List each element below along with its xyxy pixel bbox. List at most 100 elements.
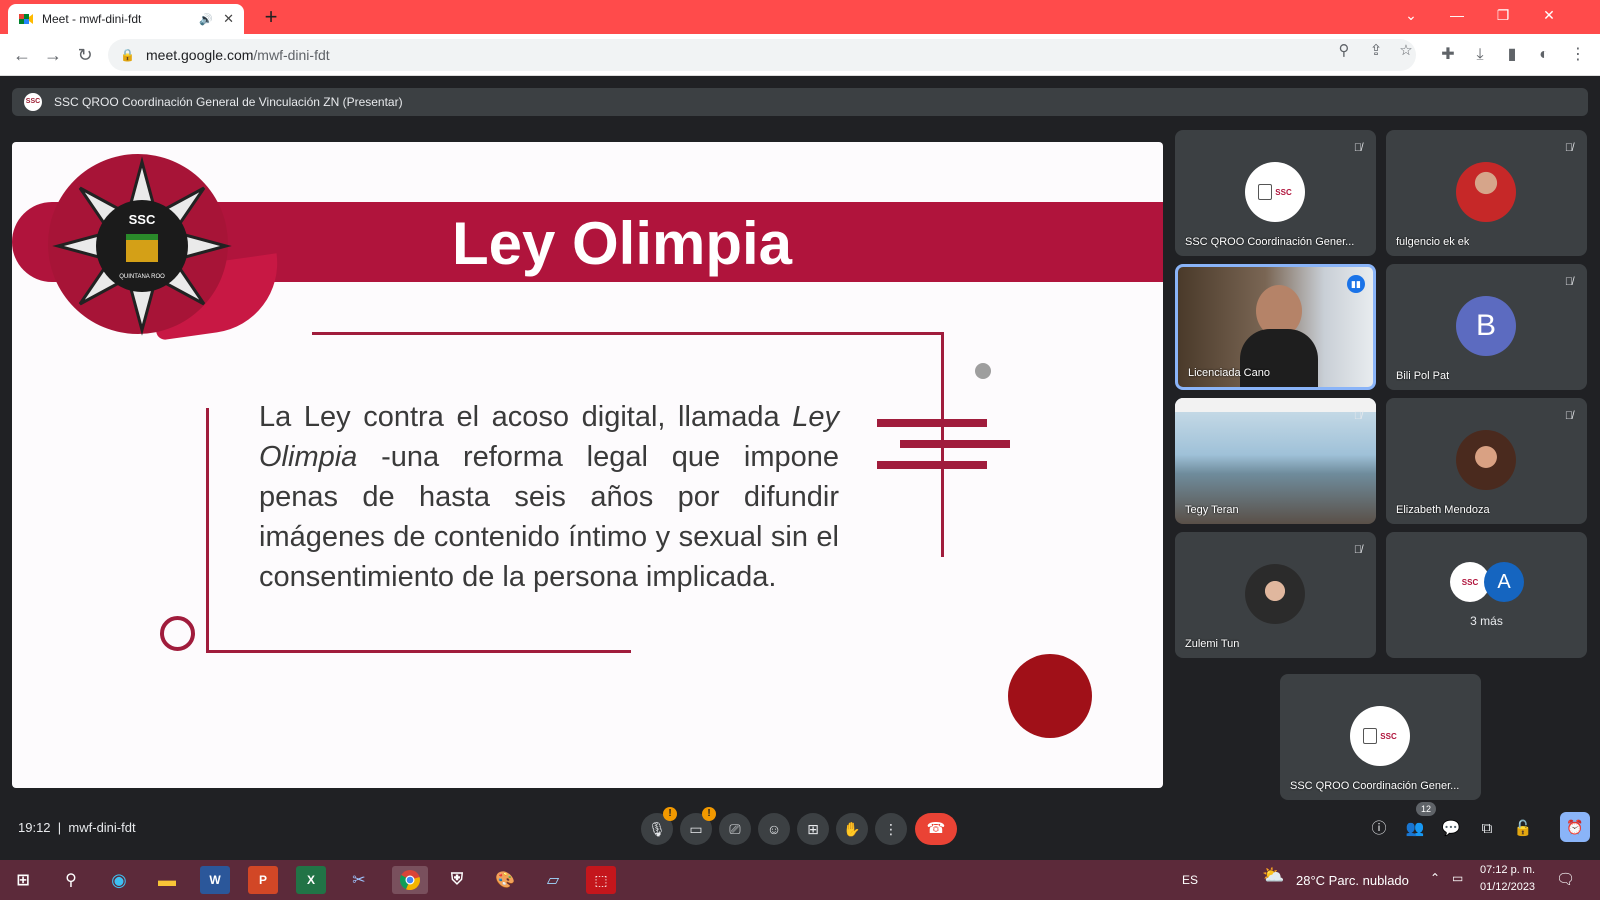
frame-top-line [312,332,942,335]
minimize-window-icon[interactable]: — [1434,0,1480,30]
forward-arrow-icon[interactable]: → [41,43,65,67]
more-options-button[interactable]: ⋮ [875,813,907,845]
participant-body [1240,329,1318,387]
paint-icon[interactable]: 🎨 [490,866,520,894]
windows-taskbar: ⊞ ⚲ ◉ ▬ W P X ✂ ⛨ 🎨 ▱ ⬚ ES ⛅ 28°C Parc. … [0,860,1600,900]
file-explorer-icon[interactable]: ▬ [152,866,182,894]
participant-name: Tegy Teran [1185,504,1239,516]
edge-browser-icon[interactable]: ◉ [104,866,134,894]
activities-shapes-icon[interactable]: ⧉ [1474,816,1500,842]
security-shield-icon[interactable]: ⛨ [442,866,472,894]
search-icon[interactable]: ⚲ [56,866,86,894]
ssc-logo-avatar: SSC [1245,162,1305,222]
participant-tile[interactable]: 🎙̸ Elizabeth Mendoza [1386,398,1587,524]
deco-bar-1 [877,419,987,427]
chrome-logo-icon [399,870,420,891]
deco-ring [160,616,195,651]
restore-window-icon[interactable]: ❐ [1480,0,1526,30]
end-call-button[interactable]: ☎ [915,813,957,845]
meeting-details-icon[interactable]: ⓘ [1366,816,1392,842]
mic-off-icon: 🎙̸ [1353,142,1363,154]
side-panel-icon[interactable]: ▮ [1500,43,1524,67]
speaking-indicator-icon: ▮▮ [1347,275,1365,293]
more-participants-label: 3 más [1470,614,1503,628]
coat-of-arms-icon [1258,184,1273,200]
close-tab-icon[interactable]: ✕ [223,11,234,27]
close-window-icon[interactable]: ✕ [1526,0,1572,30]
weather-cloud-icon[interactable]: ⛅ [1262,865,1284,886]
weather-text[interactable]: 28°C Parc. nublado [1296,873,1409,888]
police-star-logo-icon: SSC QUINTANA ROO [52,156,232,336]
mic-warning-icon: ! [663,807,677,821]
camera-button[interactable]: ▭! [680,807,716,845]
back-arrow-icon[interactable]: ← [10,43,34,67]
deco-grey-dot [975,363,991,379]
more-participants-tile[interactable]: SSC A 3 más [1386,532,1587,658]
mic-off-icon: 🎙̸ [1564,410,1574,422]
participant-count-badge: 12 [1416,802,1436,816]
emoji-reaction-button[interactable]: ☺ [758,813,790,845]
new-tab-button[interactable]: + [258,4,284,30]
reload-icon[interactable]: ↻ [73,43,97,67]
participant-name: SSC QROO Coordinación Gener... [1290,780,1460,792]
meet-stage: SSC SSC QROO Coordinación General de Vin… [0,76,1600,860]
participant-tile[interactable]: 🎙̸ fulgencio ek ek [1386,130,1587,256]
lock-icon[interactable]: 🔒 [120,48,136,62]
logo-subtext: QUINTANA ROO [119,274,165,280]
tray-chevron-icon[interactable]: ⌃ [1430,871,1440,885]
extensions-puzzle-icon[interactable]: ✚ [1436,43,1460,67]
url-text: meet.google.com/mwf-dini-fdt [146,47,330,63]
tab-search-chevron-icon[interactable]: ⌄ [1388,0,1434,30]
participant-tile[interactable]: 🎙̸ Tegy Teran [1175,398,1376,524]
raise-hand-button[interactable]: ✋ [836,813,868,845]
powerpoint-icon[interactable]: P [248,866,278,894]
network-icon[interactable]: ▭ [1452,871,1463,885]
microphone-button[interactable]: 🎙! [641,807,677,845]
timer-alarm-icon[interactable]: ⏰ [1560,812,1590,842]
deco-bar-3 [877,461,987,469]
chrome-icon[interactable] [392,866,428,894]
notepad-icon[interactable]: ▱ [538,866,568,894]
input-language[interactable]: ES [1182,873,1198,887]
zoom-icon[interactable]: ⚲ [1334,41,1354,59]
people-icon[interactable]: 👥 [1402,816,1428,842]
participant-name: fulgencio ek ek [1396,236,1470,248]
participant-tile-active[interactable]: ▮▮ Licenciada Cano [1175,264,1376,390]
participant-name: Licenciada Cano [1188,367,1270,379]
share-icon[interactable]: ⇪ [1366,41,1386,59]
profile-avatar-icon[interactable]: ◐ [1532,43,1556,67]
address-bar[interactable]: 🔒 meet.google.com/mwf-dini-fdt [108,39,1416,71]
acrobat-reader-icon[interactable]: ⬚ [586,866,616,894]
download-icon[interactable]: ⤓ [1468,43,1492,67]
captions-button[interactable]: ⎚ [719,813,751,845]
notifications-icon[interactable]: 🗨 [1556,870,1575,888]
clock-time[interactable]: 07:12 p. m. [1480,864,1535,876]
host-controls-lock-icon[interactable]: 🔓 [1510,816,1536,842]
participant-initial-avatar: A [1484,562,1524,602]
presenter-avatar: SSC [24,93,42,111]
browser-tab-meet[interactable]: Meet - mwf-dini-fdt 🔊 ✕ [8,4,244,34]
speaker-icon[interactable]: 🔊 [199,13,213,26]
deco-bar-2 [900,440,1010,448]
participant-tile[interactable]: 🎙̸ Zulemi Tun [1175,532,1376,658]
chat-icon[interactable]: 💬 [1438,816,1464,842]
frame-bottom-line [206,650,631,653]
participant-tile[interactable]: B 🎙̸ Bili Pol Pat [1386,264,1587,390]
mic-off-icon: 🎙̸ [1353,410,1363,422]
clock-date[interactable]: 01/12/2023 [1480,881,1535,893]
snipping-tool-icon[interactable]: ✂ [344,866,374,894]
excel-icon[interactable]: X [296,866,326,894]
bookmark-star-icon[interactable]: ☆ [1396,41,1416,59]
present-screen-button[interactable]: ⊞ [797,813,829,845]
word-icon[interactable]: W [200,866,230,894]
video-background [1175,398,1376,412]
self-view-tile[interactable]: SSC SSC QROO Coordinación Gener... [1280,674,1481,800]
presenter-label: SSC QROO Coordinación General de Vincula… [54,95,403,109]
participant-tile[interactable]: SSC 🎙̸ SSC QROO Coordinación Gener... [1175,130,1376,256]
browser-menu-icon[interactable]: ⋮ [1566,43,1590,67]
participant-name: Zulemi Tun [1185,638,1240,650]
slide-title: Ley Olimpia [451,210,793,277]
participant-name: Elizabeth Mendoza [1396,504,1490,516]
windows-start-icon[interactable]: ⊞ [8,866,38,894]
participant-initial-avatar: B [1456,296,1516,356]
